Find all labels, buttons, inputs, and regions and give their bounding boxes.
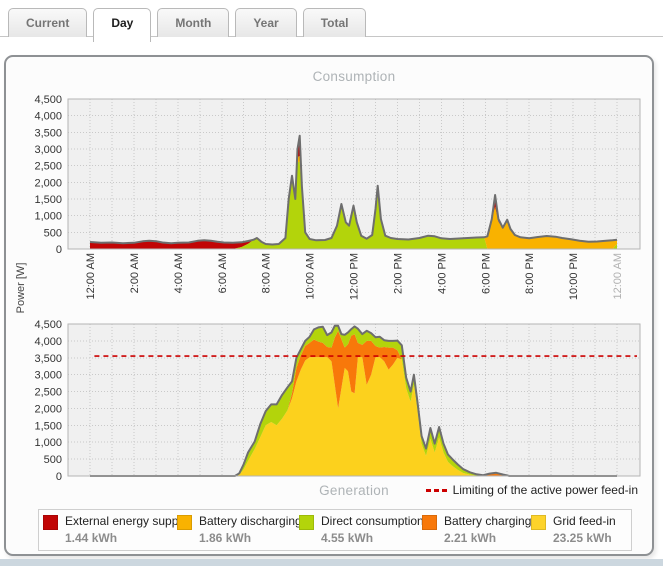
legend-value: 4.55 kWh [321, 531, 373, 545]
x-tick-label: 10:00 AM [305, 253, 317, 299]
external-energy-supply-swatch-icon [43, 515, 58, 530]
limit-dash-icon [426, 489, 447, 492]
series-legend: External energy supply 1.44 kWh Battery … [38, 509, 632, 551]
tab-month[interactable]: Month [157, 8, 229, 37]
legend-value: 2.21 kWh [444, 531, 496, 545]
legend-label: Direct consumption [321, 514, 424, 528]
chart-panel: Consumption 0 500 1,000 1,500 2,000 2,500 3,00… [4, 55, 654, 556]
legend-label: External energy supply [65, 514, 187, 528]
grid-feed-in-swatch-icon [531, 515, 546, 530]
consumption-chart[interactable]: 05001,0001,5002,0002,5003,0003,5004,0004… [10, 92, 650, 258]
page-bottom-strip [0, 559, 663, 566]
x-tick-label: 2:00 PM [392, 253, 404, 294]
legend-value: 1.86 kWh [199, 531, 251, 545]
y-tick-label: 1,500 [34, 194, 62, 206]
battery-charging-swatch-icon [422, 515, 437, 530]
y-tick-label: 4,000 [34, 336, 62, 348]
y-tick-label: 4,500 [34, 94, 62, 106]
y-tick-label: 500 [44, 227, 62, 239]
x-axis-labels: 12:00 AM 2:00 AM 4:00 AM 6:00 AM 8:00 AM 10:0… [85, 253, 624, 300]
y-tick-label: 2,000 [34, 177, 62, 189]
view-tabs: Current Day Month Year Total [8, 8, 366, 42]
y-tick-label: 4,000 [34, 111, 62, 123]
limit-line-legend: Limiting of the active power feed-in [426, 483, 638, 497]
tab-total[interactable]: Total [303, 8, 367, 37]
tab-year[interactable]: Year [235, 8, 296, 37]
x-tick-label: 4:00 PM [436, 253, 448, 294]
y-tick-label: 1,000 [34, 437, 62, 449]
x-tick-label: 6:00 AM [217, 253, 229, 293]
y-tick-label: 3,000 [34, 370, 62, 382]
x-tick-label: 4:00 AM [173, 253, 185, 293]
tab-day[interactable]: Day [93, 8, 151, 42]
legend-value: 1.44 kWh [65, 531, 117, 545]
x-tick-label: 10:00 PM [568, 253, 580, 300]
y-axis-labels: 05001,0001,5002,0002,5003,0003,5004,0004… [34, 94, 62, 256]
time-axis: 12:00 AM 2:00 AM 4:00 AM 6:00 AM 8:00 AM 10:0… [10, 250, 650, 316]
y-tick-label: 500 [44, 454, 62, 466]
y-tick-label: 3,500 [34, 127, 62, 139]
y-axis-title: Power [W] [15, 263, 27, 314]
x-tick-label: 12:00 AM [612, 253, 624, 299]
y-tick-label: 4,500 [34, 319, 62, 331]
y-tick-label: 2,500 [34, 387, 62, 399]
y-tick-label: 3,500 [34, 353, 62, 365]
legend-label: Battery charging [444, 514, 531, 528]
legend-label: Battery discharging [199, 514, 302, 528]
x-tick-label: 12:00 AM [85, 253, 97, 299]
limit-line-label: Limiting of the active power feed-in [453, 483, 638, 497]
generation-chart[interactable]: 0 500 1,000 1,500 2,000 2,500 3,000 3,500 4,000 4… [10, 317, 650, 483]
energy-dashboard: { "tabs": [ {"label": "Current", "active… [0, 0, 663, 566]
y-tick-label: 2,500 [34, 161, 62, 173]
x-tick-label: 12:00 PM [349, 253, 361, 300]
y-tick-label: 2,000 [34, 403, 62, 415]
consumption-title: Consumption [68, 69, 640, 84]
y-tick-label: 0 [56, 471, 62, 483]
y-tick-label: 1,000 [34, 211, 62, 223]
y-tick-label: 1,500 [34, 420, 62, 432]
direct-consumption-swatch-icon [299, 515, 314, 530]
x-tick-label: 6:00 PM [480, 253, 492, 294]
legend-value: 23.25 kWh [553, 531, 612, 545]
battery-discharging-swatch-icon [177, 515, 192, 530]
x-tick-label: 8:00 AM [261, 253, 273, 293]
x-tick-label: 8:00 PM [524, 253, 536, 294]
y-tick-label: 3,000 [34, 144, 62, 156]
x-tick-label: 2:00 AM [129, 253, 141, 293]
y-axis-labels: 0 500 1,000 1,500 2,000 2,500 3,000 3,500 4,000 4… [34, 319, 62, 483]
tab-current[interactable]: Current [8, 8, 87, 37]
legend-label: Grid feed-in [553, 514, 616, 528]
